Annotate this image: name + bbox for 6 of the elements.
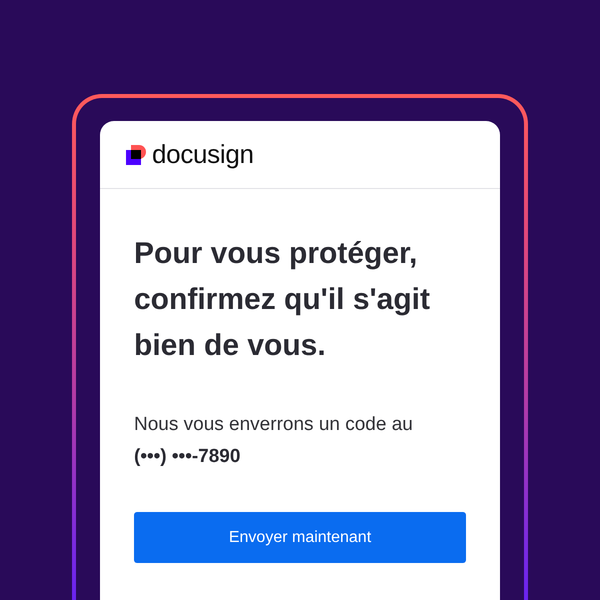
phone-number: (•••) •••-7890 (134, 445, 242, 469)
logo-icon (126, 144, 146, 164)
logo-wordmark: docusign (152, 138, 254, 170)
send-now-button[interactable]: Envoyer maintenant (134, 512, 466, 563)
heading: Pour vous protéger, confirmez qu'il s'agit bien de vous. (134, 236, 431, 364)
message-text: Nous vous enverrons un code au (134, 413, 414, 437)
